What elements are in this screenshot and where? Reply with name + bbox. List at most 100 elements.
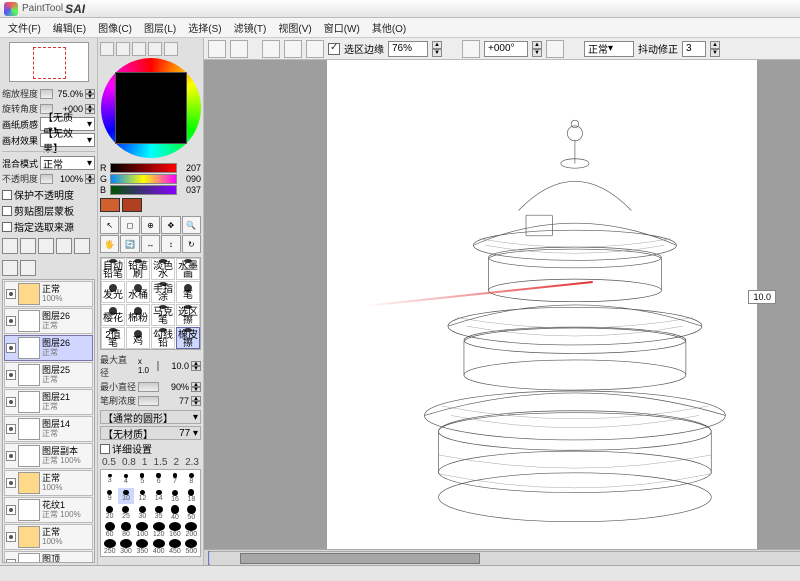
brush-section-dropdown[interactable]: 【无材质】77 ▾ — [100, 426, 201, 440]
brush-size-cell[interactable]: 500 — [184, 539, 199, 555]
brush-preset[interactable]: 鸡 — [126, 327, 150, 349]
brush-preset[interactable]: 发光 — [101, 281, 125, 303]
quick-tool[interactable]: ⊕ — [141, 216, 160, 234]
selection-edge-checkbox[interactable] — [328, 43, 340, 55]
navigator-thumbnail[interactable] — [9, 42, 89, 82]
layer-item[interactable]: 正常100% — [4, 470, 93, 496]
brush-size-cell[interactable]: 20 — [102, 505, 117, 521]
brush-size-cell[interactable]: 4 — [118, 471, 133, 487]
layer-item[interactable]: 花纹1正常 100% — [4, 497, 93, 523]
quick-tool[interactable]: ◻ — [120, 216, 139, 234]
visibility-icon[interactable] — [6, 478, 16, 488]
brush-size-cell[interactable]: 18 — [184, 488, 199, 504]
flip-button[interactable] — [20, 260, 36, 276]
brush-size-cell[interactable]: 60 — [102, 522, 117, 538]
show-sel-icon[interactable] — [306, 40, 324, 58]
stabilizer-value[interactable]: 3 — [682, 41, 706, 57]
brush-preset[interactable]: 樱花 — [101, 304, 125, 326]
visibility-icon[interactable] — [6, 532, 16, 542]
brush-size-cell[interactable]: 300 — [118, 539, 133, 555]
brush-preset[interactable]: 2值笔 — [101, 327, 125, 349]
new-folder-button[interactable] — [20, 238, 36, 254]
hsv-icon[interactable] — [132, 42, 146, 56]
brush-size-cell[interactable]: 12 — [135, 488, 150, 504]
brush-size-cell[interactable]: 30 — [135, 505, 150, 521]
brush-size-cell[interactable]: 8 — [184, 471, 199, 487]
layer-item[interactable]: 图层21正常 — [4, 389, 93, 415]
brush-preset[interactable]: 选区擦 — [176, 304, 200, 326]
brush-size-cell[interactable]: 7 — [167, 471, 182, 487]
brush-size-cell[interactable]: 350 — [135, 539, 150, 555]
menu-item[interactable]: 视图(V) — [272, 18, 317, 37]
visibility-icon[interactable] — [6, 343, 16, 353]
visibility-icon[interactable] — [6, 397, 16, 407]
brush-preset[interactable]: 马克笔 — [151, 304, 175, 326]
visibility-icon[interactable] — [6, 370, 16, 380]
brush-preset[interactable]: 自动铅笔 — [101, 258, 125, 280]
horizontal-scrollbar[interactable] — [210, 551, 800, 565]
brush-size-cell[interactable]: 6 — [151, 471, 166, 487]
menu-item[interactable]: 其他(O) — [366, 18, 412, 37]
brush-size-cell[interactable]: 25 — [118, 505, 133, 521]
canvas-viewport[interactable]: 10.0 — [204, 60, 800, 549]
background-swatch[interactable] — [122, 198, 142, 212]
quick-tool[interactable]: ↔ — [141, 235, 160, 253]
layer-item[interactable]: 图顶正常 100% — [4, 551, 93, 563]
brush-size-cell[interactable]: 14 — [151, 488, 166, 504]
canvas-blend-dropdown[interactable]: 正常 ▾ — [584, 41, 634, 57]
quick-tool[interactable]: ↖ — [100, 216, 119, 234]
quick-tool[interactable]: 🖐 — [100, 235, 119, 253]
brush-preset[interactable]: 铅笔刷 — [126, 258, 150, 280]
delete-layer-button[interactable] — [38, 238, 54, 254]
brush-param-slider[interactable]: 最小直径90%▲▼ — [100, 380, 201, 393]
brush-size-cell[interactable]: 10 — [118, 488, 133, 504]
brush-size-cell[interactable]: 80 — [118, 522, 133, 538]
menu-item[interactable]: 滤镜(T) — [228, 18, 273, 37]
brush-preset[interactable]: 手指涂 — [151, 281, 175, 303]
new-layer-button[interactable] — [2, 238, 18, 254]
zoom-slider[interactable]: 缩放程度 75.0% ▲▼ — [2, 87, 95, 100]
menu-item[interactable]: 选择(S) — [182, 18, 227, 37]
menu-item[interactable]: 图层(L) — [138, 18, 182, 37]
layer-option-checkbox[interactable]: 指定选取来源 — [2, 219, 95, 234]
brush-section-dropdown[interactable]: 【通常的圆形】 ▾ — [100, 410, 201, 424]
layer-item[interactable]: 正常100% — [4, 524, 93, 550]
layer-option-checkbox[interactable]: 剪贴图层蒙板 — [2, 203, 95, 218]
blend-mode-dropdown[interactable]: 混合模式 正常▾ — [2, 156, 95, 170]
material-effect-dropdown[interactable]: 画材效果 【无效果】▾ — [2, 133, 95, 147]
menu-item[interactable]: 编辑(E) — [47, 18, 92, 37]
visibility-icon[interactable] — [6, 424, 16, 434]
scratch-icon[interactable] — [164, 42, 178, 56]
menu-item[interactable]: 窗口(W) — [318, 18, 366, 37]
merge-layer-button[interactable] — [56, 238, 72, 254]
layer-item[interactable]: 图层14正常 — [4, 416, 93, 442]
brush-size-cell[interactable]: 40 — [167, 505, 182, 521]
brush-size-cell[interactable]: 120 — [151, 522, 166, 538]
brush-size-cell[interactable]: 250 — [102, 539, 117, 555]
quick-tool[interactable]: 🔄 — [120, 235, 139, 253]
brush-preset[interactable]: 水桶 — [126, 281, 150, 303]
brush-size-cell[interactable]: 3 — [102, 471, 117, 487]
brush-preset[interactable]: 勾线铅 — [151, 327, 175, 349]
visibility-icon[interactable] — [6, 559, 16, 563]
visibility-icon[interactable] — [6, 451, 16, 461]
visibility-icon[interactable] — [6, 505, 16, 515]
menu-item[interactable]: 文件(F) — [2, 18, 47, 37]
brush-param-slider[interactable]: 最大直径x 1.010.0▲▼ — [100, 353, 201, 379]
quick-tool[interactable]: ↕ — [161, 235, 180, 253]
swatch-icon[interactable] — [148, 42, 162, 56]
deselect-icon[interactable] — [262, 40, 280, 58]
brush-size-cell[interactable]: 9 — [102, 488, 117, 504]
layer-item[interactable]: 图层副本正常 100% — [4, 443, 93, 469]
rgb-icon[interactable] — [116, 42, 130, 56]
brush-size-cell[interactable]: 5 — [135, 471, 150, 487]
layer-option-checkbox[interactable]: 保护不透明度 — [2, 187, 95, 202]
brush-size-cell[interactable]: 400 — [151, 539, 166, 555]
brush-preset[interactable]: 淡色水 — [151, 258, 175, 280]
brush-preset[interactable]: 水墨画 — [176, 258, 200, 280]
edge-value[interactable]: 76% — [388, 41, 428, 57]
mask-button[interactable] — [74, 238, 90, 254]
layer-list[interactable]: 正常100%图层26正常图层26正常图层25正常图层21正常图层14正常图层副本… — [2, 279, 95, 563]
rgb-slider[interactable]: B037 — [100, 185, 201, 195]
brush-size-cell[interactable]: 200 — [184, 522, 199, 538]
